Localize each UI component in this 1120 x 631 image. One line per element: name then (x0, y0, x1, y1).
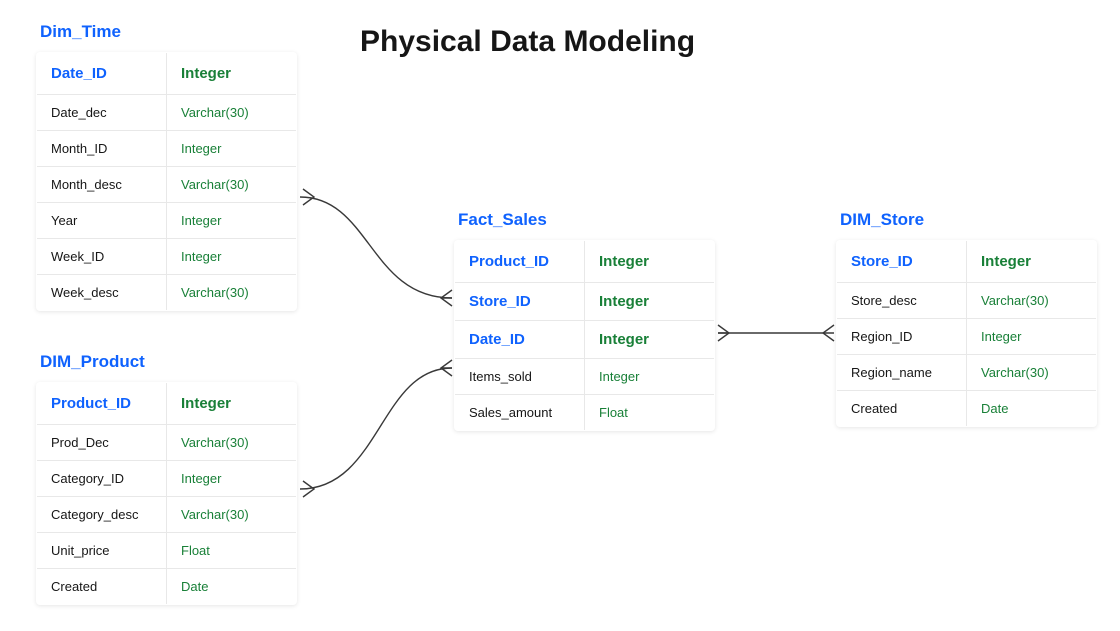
column-type: Varchar(30) (967, 283, 1097, 319)
column-name: Store_desc (837, 283, 967, 319)
entity-dim-store: DIM_Store Store_ID Integer Store_desc Va… (836, 210, 1097, 427)
column-name: Year (37, 203, 167, 239)
column-type: Integer (167, 53, 297, 95)
column-type: Integer (167, 203, 297, 239)
column-name: Store_ID (837, 241, 967, 283)
column-name: Week_ID (37, 239, 167, 275)
column-name: Region_ID (837, 319, 967, 355)
column-name: Week_desc (37, 275, 167, 311)
column-type: Varchar(30) (967, 355, 1097, 391)
column-name: Prod_Dec (37, 425, 167, 461)
column-type: Varchar(30) (167, 275, 297, 311)
entity-name: DIM_Store (836, 210, 1097, 230)
column-type: Date (167, 569, 297, 605)
column-name: Product_ID (455, 241, 585, 283)
column-row: Items_sold Integer (455, 359, 715, 395)
column-name: Date_dec (37, 95, 167, 131)
entity-dim-product: DIM_Product Product_ID Integer Prod_Dec … (36, 352, 297, 605)
column-type: Varchar(30) (167, 95, 297, 131)
column-type: Integer (585, 241, 715, 283)
entity-name: Fact_Sales (454, 210, 715, 230)
column-type: Integer (167, 461, 297, 497)
column-row: Year Integer (37, 203, 297, 239)
column-type: Varchar(30) (167, 167, 297, 203)
column-name: Store_ID (455, 283, 585, 321)
column-row: Created Date (37, 569, 297, 605)
column-row: Product_ID Integer (455, 241, 715, 283)
entity-table: Store_ID Integer Store_desc Varchar(30) … (836, 240, 1097, 427)
column-type: Integer (167, 131, 297, 167)
column-type: Integer (167, 383, 297, 425)
column-row: Month_ID Integer (37, 131, 297, 167)
entity-name: Dim_Time (36, 22, 297, 42)
column-name: Region_name (837, 355, 967, 391)
column-type: Integer (585, 283, 715, 321)
column-row: Date_ID Integer (455, 321, 715, 359)
column-type: Date (967, 391, 1097, 427)
entity-dim-time: Dim_Time Date_ID Integer Date_dec Varcha… (36, 22, 297, 311)
entity-table: Date_ID Integer Date_dec Varchar(30) Mon… (36, 52, 297, 311)
column-row: Category_ID Integer (37, 461, 297, 497)
column-name: Category_ID (37, 461, 167, 497)
column-row: Date_ID Integer (37, 53, 297, 95)
entity-table: Product_ID Integer Prod_Dec Varchar(30) … (36, 382, 297, 605)
column-row: Unit_price Float (37, 533, 297, 569)
column-name: Items_sold (455, 359, 585, 395)
column-row: Created Date (837, 391, 1097, 427)
entity-table: Product_ID Integer Store_ID Integer Date… (454, 240, 715, 431)
column-type: Varchar(30) (167, 497, 297, 533)
column-row: Store_desc Varchar(30) (837, 283, 1097, 319)
column-row: Region_ID Integer (837, 319, 1097, 355)
diagram-title: Physical Data Modeling (360, 25, 695, 59)
column-row: Sales_amount Float (455, 395, 715, 431)
column-row: Date_dec Varchar(30) (37, 95, 297, 131)
column-row: Region_name Varchar(30) (837, 355, 1097, 391)
column-name: Month_ID (37, 131, 167, 167)
column-type: Varchar(30) (167, 425, 297, 461)
entity-fact-sales: Fact_Sales Product_ID Integer Store_ID I… (454, 210, 715, 431)
column-row: Store_ID Integer (455, 283, 715, 321)
column-row: Prod_Dec Varchar(30) (37, 425, 297, 461)
column-name: Date_ID (37, 53, 167, 95)
column-name: Unit_price (37, 533, 167, 569)
column-name: Product_ID (37, 383, 167, 425)
column-name: Date_ID (455, 321, 585, 359)
entity-name: DIM_Product (36, 352, 297, 372)
column-name: Category_desc (37, 497, 167, 533)
column-row: Store_ID Integer (837, 241, 1097, 283)
column-type: Float (167, 533, 297, 569)
column-name: Created (37, 569, 167, 605)
column-type: Integer (585, 359, 715, 395)
column-type: Integer (585, 321, 715, 359)
column-name: Created (837, 391, 967, 427)
column-row: Week_ID Integer (37, 239, 297, 275)
column-row: Month_desc Varchar(30) (37, 167, 297, 203)
column-name: Month_desc (37, 167, 167, 203)
column-row: Week_desc Varchar(30) (37, 275, 297, 311)
column-type: Float (585, 395, 715, 431)
column-type: Integer (967, 319, 1097, 355)
column-type: Integer (167, 239, 297, 275)
column-type: Integer (967, 241, 1097, 283)
column-row: Category_desc Varchar(30) (37, 497, 297, 533)
column-name: Sales_amount (455, 395, 585, 431)
column-row: Product_ID Integer (37, 383, 297, 425)
